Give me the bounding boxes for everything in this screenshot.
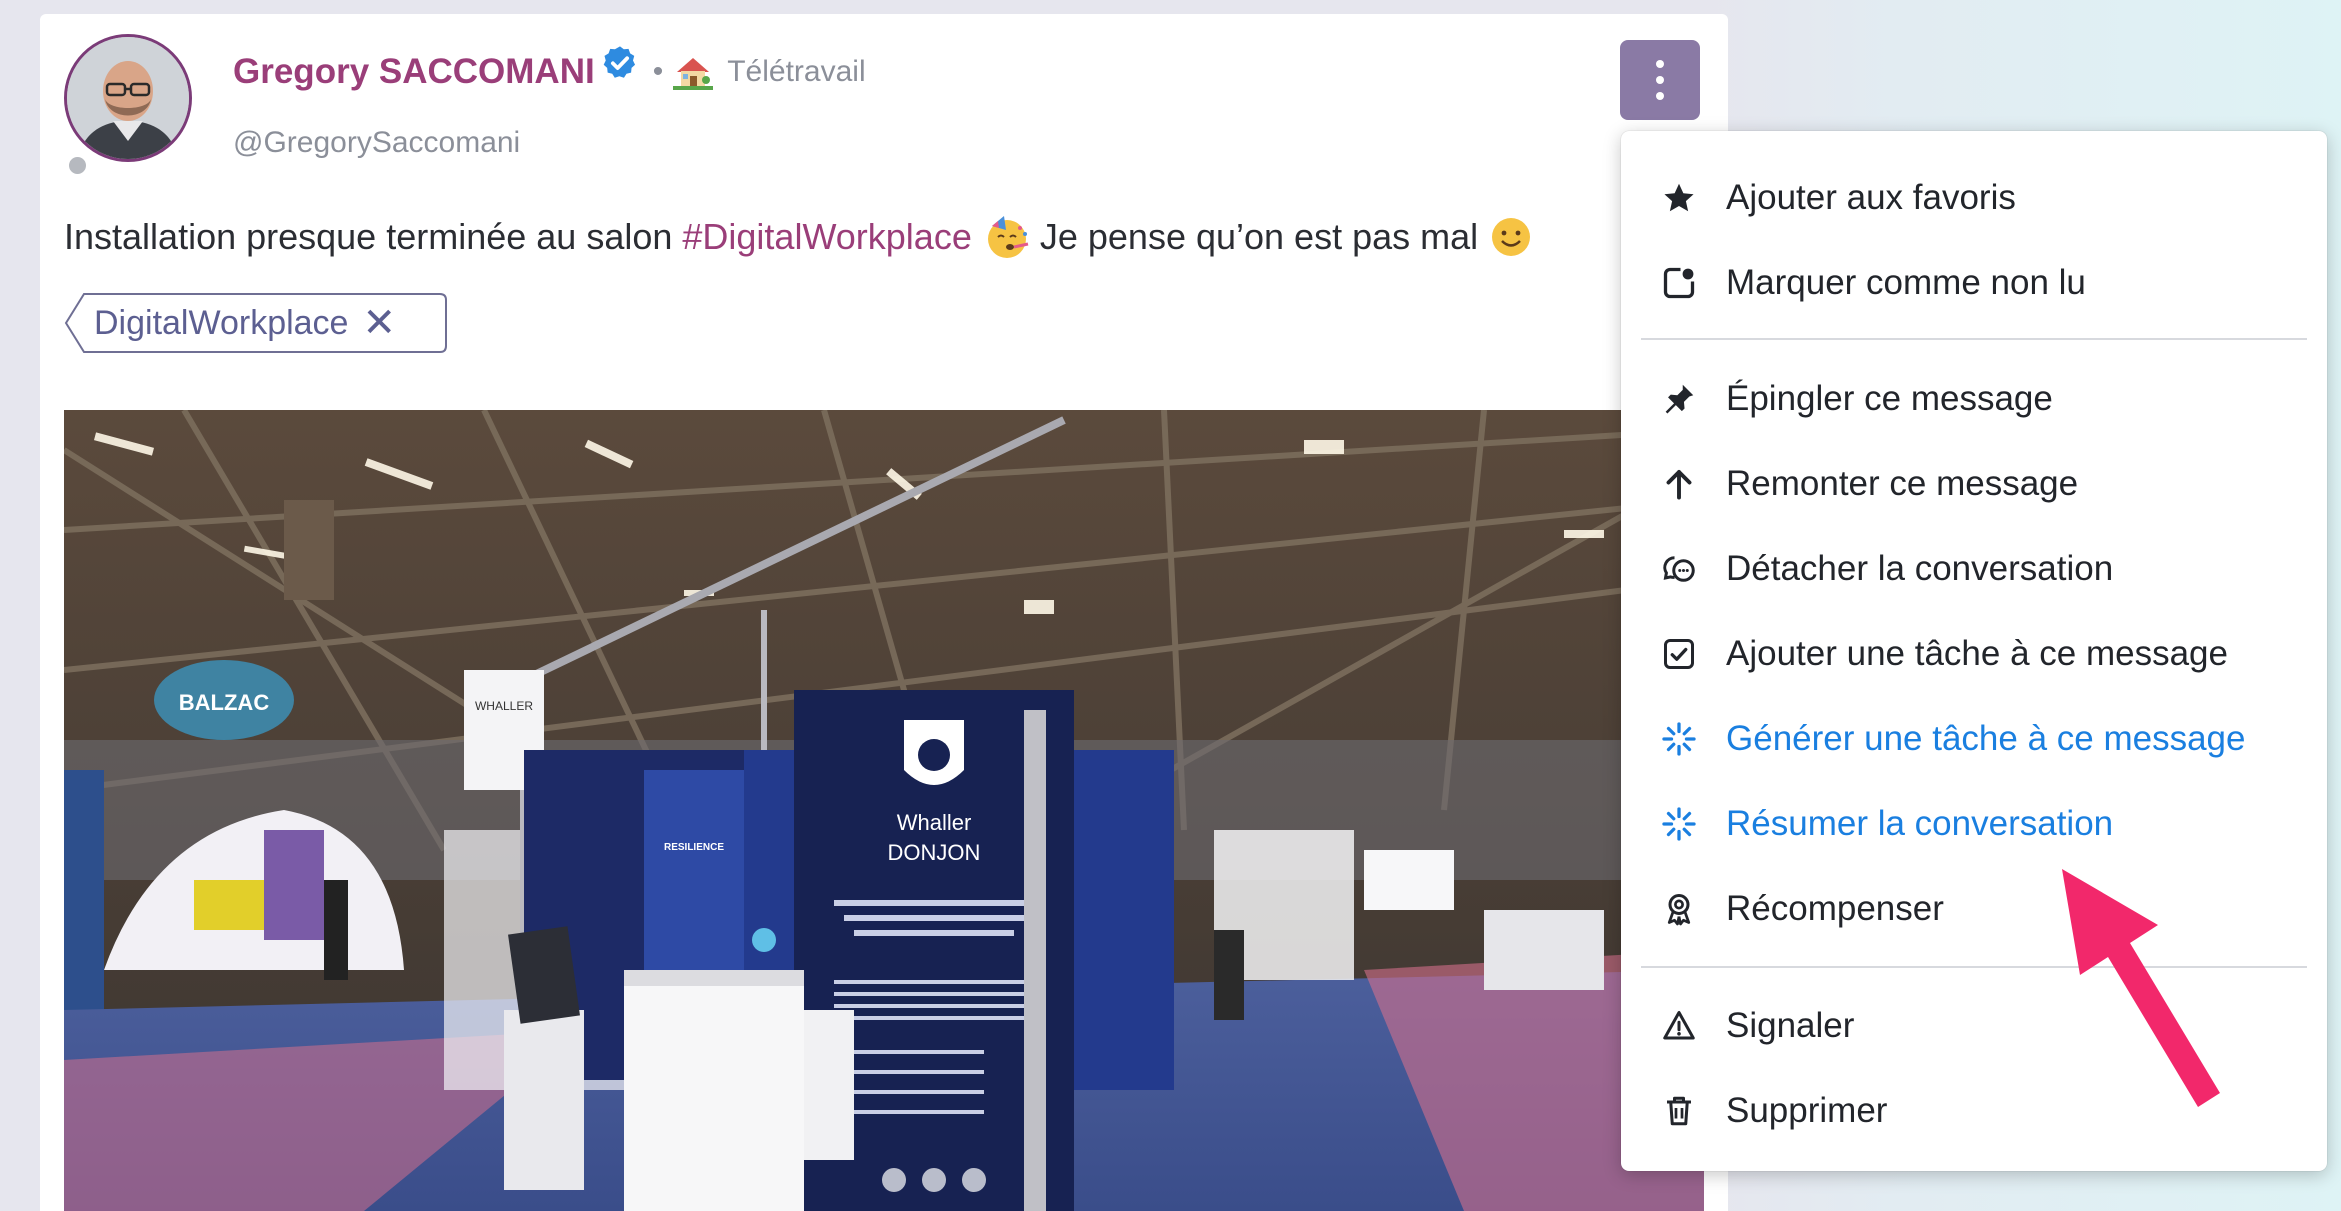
annotation-arrow-icon	[2062, 869, 2220, 1107]
menu-item-label: Supprimer	[1726, 1091, 1888, 1130]
menu-item-pin-message[interactable]: Épingler ce message	[1621, 357, 2327, 441]
menu-item-add-task[interactable]: Ajouter une tâche à ce message	[1621, 612, 2327, 696]
presence-indicator	[66, 154, 89, 177]
trash-icon	[1659, 1091, 1699, 1131]
donjon-banner-text: DONJON	[888, 840, 981, 865]
warning-icon	[1659, 1006, 1699, 1046]
menu-item-mark-unread[interactable]: Marquer comme non lu	[1621, 241, 2327, 325]
more-dot	[1656, 92, 1664, 100]
more-dot	[1656, 76, 1664, 84]
pin-icon	[1659, 379, 1699, 419]
star-icon	[1659, 178, 1699, 218]
unread-icon	[1659, 263, 1699, 303]
menu-item-label: Épingler ce message	[1726, 379, 2053, 418]
menu-divider	[1641, 338, 2307, 340]
menu-item-label: Générer une tâche à ce message	[1726, 719, 2246, 758]
menu-item-bump-message[interactable]: Remonter ce message	[1621, 442, 2327, 526]
more-dot	[1656, 60, 1664, 68]
sparkle-icon	[1659, 719, 1699, 759]
post-text-before: Installation presque terminée au salon	[64, 216, 673, 257]
author-handle[interactable]: @GregorySaccomani	[233, 126, 520, 160]
svg-text:WHALLER: WHALLER	[475, 699, 533, 713]
menu-item-label: Récompenser	[1726, 889, 1944, 928]
hashtag-link[interactable]: #DigitalWorkplace	[682, 216, 971, 258]
menu-item-label: Signaler	[1726, 1006, 1855, 1045]
menu-item-detach-conversation[interactable]: Détacher la conversation	[1621, 527, 2327, 611]
menu-item-label: Marquer comme non lu	[1726, 263, 2086, 302]
menu-item-label: Remonter ce message	[1726, 464, 2079, 503]
smiling-face-icon	[1492, 218, 1531, 256]
status-text: Télétravail	[727, 55, 866, 88]
checkbox-icon	[1659, 634, 1699, 674]
remove-tag-icon[interactable]: ✕	[362, 303, 396, 343]
balzac-sign-text: BALZAC	[179, 690, 270, 715]
menu-item-label: Résumer la conversation	[1726, 804, 2114, 843]
menu-item-label: Ajouter une tâche à ce message	[1726, 634, 2228, 673]
more-options-button[interactable]	[1620, 40, 1700, 120]
author-avatar-wrap[interactable]	[64, 34, 192, 177]
sparkle-icon	[1659, 804, 1699, 844]
post-text-after: Je pense qu’on est pas mal	[1039, 216, 1479, 257]
menu-item-summarize-conversation[interactable]: Résumer la conversation	[1621, 782, 2327, 866]
hashtag-chip-label: DigitalWorkplace	[94, 303, 349, 342]
post-text: Installation presque terminée au salon #…	[64, 214, 1532, 260]
verified-badge-icon	[603, 46, 635, 78]
post-image[interactable]: BALZAC WHALLER RESILIENCE Whaller DONJON	[64, 410, 1704, 1211]
author-name[interactable]: Gregory SACCOMANI	[233, 52, 595, 92]
avatar[interactable]	[64, 34, 192, 162]
resilience-sign-text: RESILIENCE	[664, 842, 724, 853]
arrow-up-icon	[1659, 464, 1699, 504]
award-icon	[1659, 889, 1699, 929]
partying-face-icon	[987, 216, 1029, 258]
menu-item-generate-task[interactable]: Générer une tâche à ce message	[1621, 697, 2327, 781]
hashtag-chip[interactable]: DigitalWorkplace ✕	[64, 292, 447, 354]
menu-item-label: Ajouter aux favoris	[1726, 178, 2016, 217]
author-line: Gregory SACCOMANI • Télétravail	[233, 46, 866, 94]
status-separator: •	[652, 55, 664, 88]
menu-item-add-favorite[interactable]: Ajouter aux favoris	[1621, 156, 2327, 240]
house-with-garden-icon	[673, 58, 714, 90]
menu-item-label: Détacher la conversation	[1726, 549, 2114, 588]
detach-conversation-icon	[1659, 549, 1699, 589]
post-card: Gregory SACCOMANI • Télétravail @Gregory…	[40, 14, 1728, 1211]
whaller-banner-text: Whaller	[897, 810, 972, 835]
trade-show-booth-photo: BALZAC WHALLER RESILIENCE Whaller DONJON	[64, 410, 1704, 1211]
